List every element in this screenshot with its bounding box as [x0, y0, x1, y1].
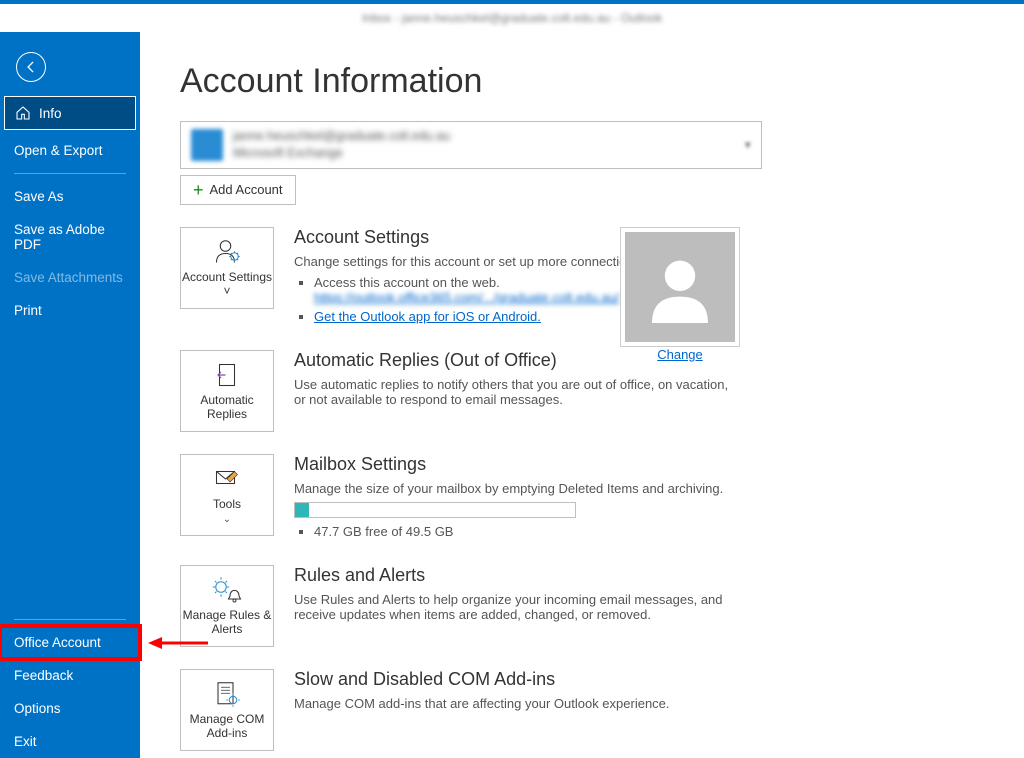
sidebar-bottom-group: Office Account Feedback Options Exit [0, 613, 140, 758]
account-selector-text: janne.heuschkel@graduate.colt.edu.au Mic… [233, 128, 450, 162]
section-heading: Automatic Replies (Out of Office) [294, 350, 734, 371]
envelope-pencil-icon [212, 464, 242, 494]
tools-tile[interactable]: Tools⌄ [180, 454, 274, 536]
section-heading: Slow and Disabled COM Add-ins [294, 669, 734, 690]
document-gear-icon [212, 679, 242, 709]
out-of-office-icon [212, 360, 242, 390]
account-web-url-link[interactable]: https://outlook.office365.com/.../gradua… [314, 290, 619, 305]
section-heading: Rules and Alerts [294, 565, 734, 586]
storage-usage-bar [294, 502, 576, 518]
sidebar-item-print[interactable]: Print [0, 294, 140, 327]
application-shell: Info Open & Export Save As Save as Adobe… [0, 32, 1024, 758]
tile-label: Manage COM Add-ins [181, 713, 273, 741]
chevron-down-icon: ⌄ [223, 514, 231, 525]
section-description: Use automatic replies to notify others t… [294, 377, 734, 407]
tile-label: Tools⌄ [213, 498, 241, 526]
home-icon [15, 105, 31, 121]
sidebar-item-options[interactable]: Options [0, 692, 140, 725]
com-addins-section: Manage COM Add-ins Slow and Disabled COM… [180, 669, 984, 751]
user-gear-icon [212, 237, 242, 267]
sidebar-item-label: Save Attachments [14, 270, 123, 285]
account-type: Microsoft Exchange [233, 145, 450, 162]
account-settings-tile[interactable]: Account Settings ˅ [180, 227, 274, 309]
section-heading: Mailbox Settings [294, 454, 734, 475]
add-account-label: Add Account [210, 182, 283, 197]
profile-photo [620, 227, 740, 347]
chevron-down-icon: ▾ [744, 137, 751, 153]
sidebar-separator [14, 619, 126, 620]
storage-free-label: 47.7 GB free of 49.5 GB [314, 524, 734, 539]
main-panel: Account Information janne.heuschkel@grad… [140, 32, 1024, 758]
plus-icon: + [193, 181, 204, 199]
back-button[interactable] [16, 52, 46, 82]
sidebar-item-open-export[interactable]: Open & Export [0, 134, 140, 167]
sidebar-item-label: Save as Adobe PDF [14, 222, 105, 252]
sidebar-item-label: Office Account [14, 635, 101, 650]
tile-label: Manage Rules & Alerts [181, 609, 273, 637]
automatic-replies-tile[interactable]: Automatic Replies [180, 350, 274, 432]
rules-alerts-section: Manage Rules & Alerts Rules and Alerts U… [180, 565, 984, 647]
title-bar-text: Inbox - janne.heuschkel@graduate.colt.ed… [362, 11, 662, 25]
avatar-placeholder-icon [625, 232, 735, 342]
section-description: Use Rules and Alerts to help organize yo… [294, 592, 734, 622]
account-settings-section: Account Settings ˅ Account Settings Chan… [180, 227, 984, 328]
sidebar-item-save-as-adobe-pdf[interactable]: Save as Adobe PDF [0, 213, 140, 261]
manage-rules-tile[interactable]: Manage Rules & Alerts [180, 565, 274, 647]
sidebar-item-label: Feedback [14, 668, 73, 683]
section-description: Manage the size of your mailbox by empty… [294, 481, 734, 496]
gear-bell-icon [210, 575, 244, 605]
sidebar-item-label: Options [14, 701, 61, 716]
back-arrow-icon [24, 60, 38, 74]
sidebar-item-label: Exit [14, 734, 37, 749]
sidebar-item-label: Save As [14, 189, 64, 204]
sidebar-item-feedback[interactable]: Feedback [0, 659, 140, 692]
sidebar-item-office-account[interactable]: Office Account [0, 626, 140, 659]
storage-usage-fill [295, 503, 309, 517]
sidebar-separator [14, 173, 126, 174]
section-description: Manage COM add-ins that are affecting yo… [294, 696, 734, 711]
account-selector[interactable]: janne.heuschkel@graduate.colt.edu.au Mic… [180, 121, 762, 169]
sidebar-item-save-attachments: Save Attachments [0, 261, 140, 294]
get-outlook-app-link[interactable]: Get the Outlook app for iOS or Android. [314, 309, 541, 324]
title-bar: Inbox - janne.heuschkel@graduate.colt.ed… [0, 0, 1024, 32]
mailbox-settings-section: Tools⌄ Mailbox Settings Manage the size … [180, 454, 984, 543]
sidebar-item-label: Info [39, 106, 62, 121]
add-account-button[interactable]: + Add Account [180, 175, 296, 205]
backstage-sidebar: Info Open & Export Save As Save as Adobe… [0, 32, 140, 758]
sidebar-item-info[interactable]: Info [4, 96, 136, 130]
account-icon [191, 129, 223, 161]
sidebar-item-label: Open & Export [14, 143, 103, 158]
account-email: janne.heuschkel@graduate.colt.edu.au [233, 128, 450, 145]
sidebar-item-label: Print [14, 303, 42, 318]
automatic-replies-section: Automatic Replies Automatic Replies (Out… [180, 350, 984, 432]
tile-label: Account Settings ˅ [181, 271, 273, 299]
page-title: Account Information [180, 62, 984, 101]
tile-label: Automatic Replies [181, 394, 273, 422]
sidebar-item-exit[interactable]: Exit [0, 725, 140, 758]
sidebar-item-save-as[interactable]: Save As [0, 180, 140, 213]
manage-addins-tile[interactable]: Manage COM Add-ins [180, 669, 274, 751]
